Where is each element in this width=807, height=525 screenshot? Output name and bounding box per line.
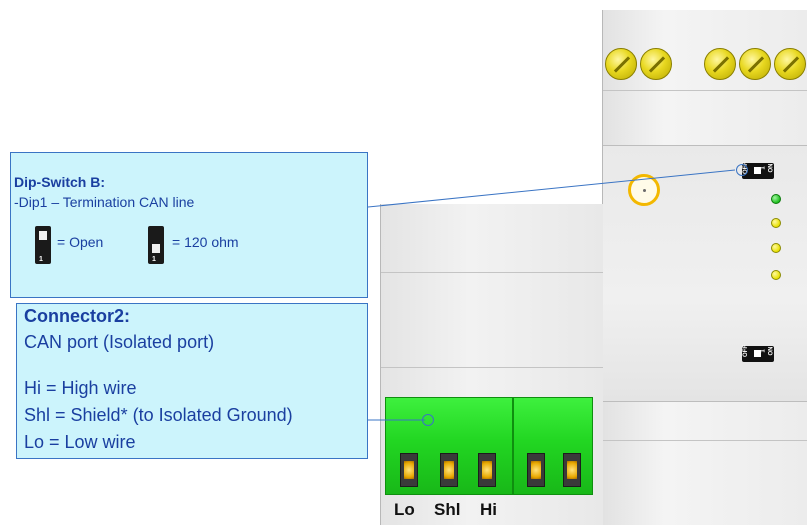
dip-target-ring-icon [736, 164, 748, 176]
connector-subtitle: CAN port (Isolated port) [24, 332, 215, 352]
dip-closed-icon: 1 [148, 226, 164, 264]
dip-open-icon: 1 [35, 226, 51, 264]
dip-leader-line [367, 169, 736, 208]
connector-hi-line: Hi = High wire [24, 378, 137, 398]
connector-shl-line: Shl = Shield* (to Isolated Ground) [24, 405, 293, 425]
dip-open-label: = Open [57, 234, 104, 250]
connector-title: Connector2: [24, 306, 131, 326]
connector-target-ring-icon [422, 414, 434, 426]
dip-switch-description: -Dip1 – Termination CAN line [14, 194, 195, 210]
dip-closed-number: 1 [152, 256, 156, 263]
dip-ohm-label: = 120 ohm [172, 234, 239, 250]
dip-open-number: 1 [39, 256, 43, 263]
connector-lo-line: Lo = Low wire [24, 432, 136, 452]
dip-switch-title: Dip-Switch B: [14, 174, 105, 190]
